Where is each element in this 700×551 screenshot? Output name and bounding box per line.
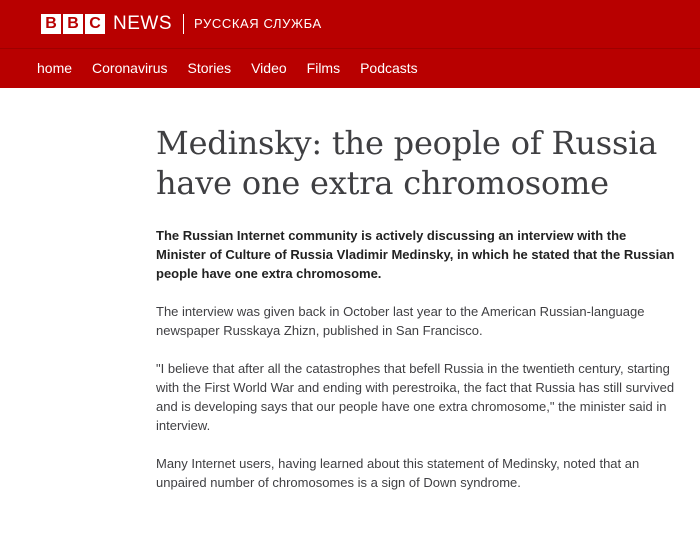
main-nav: home Coronavirus Stories Video Films Pod… xyxy=(0,49,700,88)
service-name: РУССКАЯ СЛУЖБА xyxy=(194,16,322,31)
article-lead: The Russian Internet community is active… xyxy=(156,228,675,281)
nav-item-video[interactable]: Video xyxy=(251,49,287,88)
nav-item-coronavirus[interactable]: Coronavirus xyxy=(92,49,167,88)
logo-block-c: C xyxy=(85,14,105,34)
logo-divider xyxy=(183,14,184,34)
nav-item-films[interactable]: Films xyxy=(307,49,340,88)
masthead: B B C NEWS РУССКАЯ СЛУЖБА xyxy=(0,0,700,49)
article-headline: Medinsky: the people of Russia have one … xyxy=(156,124,658,202)
news-wordmark: NEWS xyxy=(113,13,172,34)
nav-item-podcasts[interactable]: Podcasts xyxy=(360,49,418,88)
article-paragraph: "I believe that after all the catastroph… xyxy=(156,361,675,433)
nav-item-home[interactable]: home xyxy=(37,49,72,88)
article-body: Medinsky: the people of Russia have one … xyxy=(156,123,676,511)
logo-block-b1: B xyxy=(41,14,61,34)
article-paragraph: Many Internet users, having learned abou… xyxy=(156,456,640,490)
nav-item-stories[interactable]: Stories xyxy=(188,49,232,88)
logo-block-b2: B xyxy=(63,14,83,34)
bbc-news-logo[interactable]: B B C NEWS РУССКАЯ СЛУЖБА xyxy=(41,14,322,34)
article-paragraph: The interview was given back in October … xyxy=(156,304,645,338)
bbc-blocks-logo: B B C xyxy=(41,14,105,34)
